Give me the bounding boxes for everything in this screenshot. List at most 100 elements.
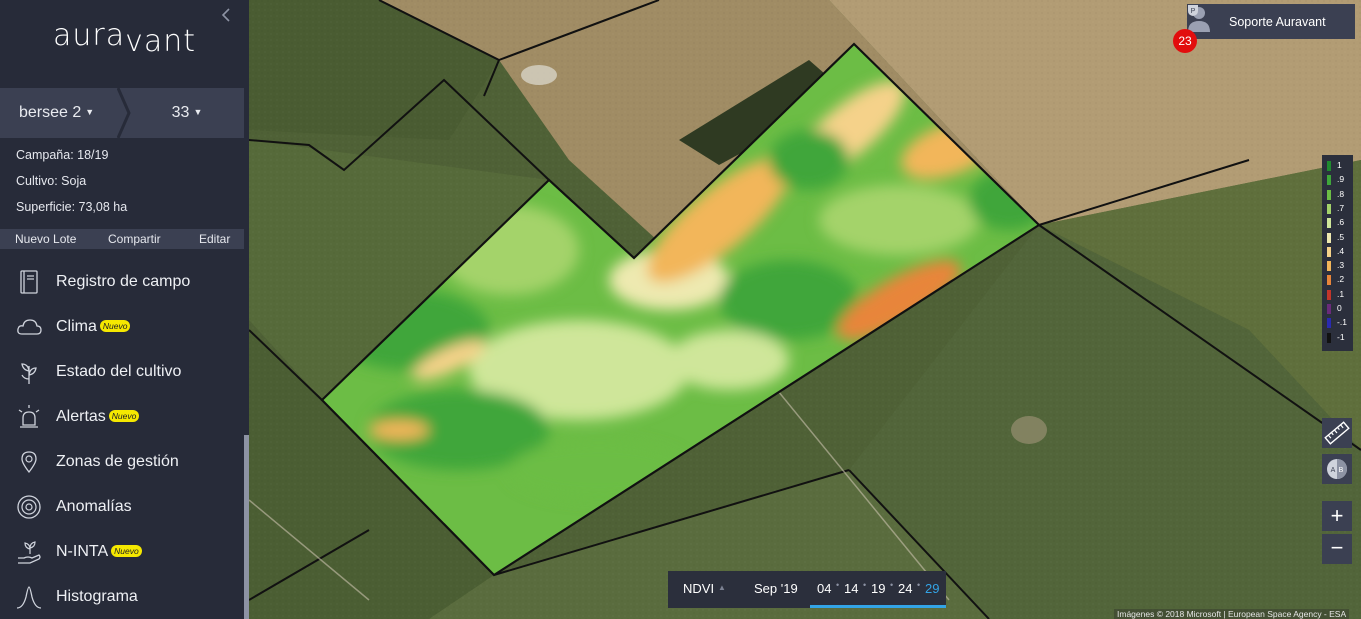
hand-sprout-icon: [18, 541, 41, 564]
legend-swatch: [1327, 189, 1331, 200]
menu-item-histograma[interactable]: Histograma: [0, 577, 244, 617]
menu-item-registro[interactable]: Registro de campo: [0, 262, 244, 302]
ndvi-legend: 1 .9 .8 .7 .6 .5 .4 .3 .2 .1 0 -.1 -1: [1322, 155, 1353, 351]
ruler-icon: [1324, 421, 1350, 445]
month-selector[interactable]: Sep '19: [754, 581, 798, 596]
menu-label: Clima: [56, 318, 97, 335]
menu-item-zonas[interactable]: Zonas de gestión: [0, 442, 244, 482]
menu-label: N-INTA: [56, 543, 109, 560]
crop-info: Cultivo: Soja: [16, 174, 87, 188]
caret-down-icon: ▼: [85, 107, 95, 117]
logo-text-vant: vant: [125, 24, 197, 59]
pond-spot: [521, 65, 557, 85]
map-pin-icon: [21, 451, 37, 474]
menu-item-anomalias[interactable]: Anomalías: [0, 487, 244, 527]
dot-separator: •: [863, 580, 867, 590]
bell-curve-icon: [16, 586, 42, 609]
chevron-separator-icon: [117, 88, 131, 138]
caret-up-icon: ▲: [718, 583, 726, 592]
menu-label: Registro de campo: [56, 273, 191, 290]
compare-ab-button[interactable]: A B: [1322, 454, 1352, 484]
legend-label: -.1: [1337, 317, 1347, 328]
legend-swatch: [1327, 161, 1331, 171]
alarm-light-icon: [18, 405, 40, 428]
shield-badge-icon: P: [1188, 5, 1198, 16]
legend-row: 0: [1327, 302, 1351, 315]
caret-down-icon: ▼: [193, 107, 203, 117]
user-name: Soporte Auravant: [1229, 15, 1326, 29]
new-badge: Nuevo: [111, 545, 142, 557]
menu-label: Estado del cultivo: [56, 363, 182, 380]
date-option[interactable]: 14: [844, 581, 858, 596]
legend-label: .3: [1337, 260, 1345, 271]
map-imagery[interactable]: [249, 0, 1361, 619]
plant-icon: [21, 363, 37, 384]
legend-swatch: [1327, 203, 1331, 214]
legend-label: .7: [1337, 202, 1345, 213]
campaign-info: Campaña: 18/19: [16, 148, 109, 162]
legend-swatch: [1327, 304, 1331, 314]
legend-swatch: [1327, 318, 1331, 329]
legend-swatch: [1327, 332, 1331, 343]
index-selector[interactable]: NDVI: [683, 581, 714, 596]
app-logo: auravant: [0, 18, 249, 59]
date-option[interactable]: 04: [817, 581, 831, 596]
compare-ab-icon: A B: [1327, 459, 1347, 479]
legend-row: .1: [1327, 288, 1351, 301]
legend-row: -.1: [1327, 316, 1351, 329]
date-option[interactable]: 19: [871, 581, 885, 596]
svg-text:A: A: [1331, 467, 1336, 474]
menu-label: Zonas de gestión: [56, 453, 179, 470]
legend-row: 1: [1327, 159, 1351, 172]
legend-swatch: [1327, 289, 1331, 300]
ruler-button[interactable]: [1322, 418, 1352, 448]
zoom-out-button[interactable]: −: [1322, 534, 1352, 564]
zoom-in-button[interactable]: +: [1322, 501, 1352, 531]
legend-label: .9: [1337, 174, 1345, 185]
menu-label: Alertas: [56, 408, 106, 425]
legend-row: .2: [1327, 273, 1351, 286]
legend-row: .3: [1327, 259, 1351, 272]
menu-item-clima[interactable]: Clima Nuevo: [0, 307, 244, 347]
legend-row: .5: [1327, 231, 1351, 244]
legend-label: .6: [1337, 217, 1345, 228]
legend-row: .7: [1327, 202, 1351, 215]
date-option[interactable]: 24: [898, 581, 912, 596]
notification-badge[interactable]: 23: [1173, 29, 1197, 53]
legend-swatch: [1327, 175, 1331, 186]
legend-label: .8: [1337, 188, 1345, 199]
edit-button[interactable]: Editar: [199, 232, 230, 246]
field-dropdown[interactable]: bersee 2 ▼: [0, 88, 124, 138]
svg-text:B: B: [1339, 467, 1344, 474]
new-lot-button[interactable]: Nuevo Lote: [15, 232, 76, 246]
field-spot: [1011, 416, 1047, 444]
user-menu[interactable]: Soporte Auravant P: [1187, 4, 1355, 39]
satellite-map[interactable]: Soporte Auravant P 23 1 .9 .8 .7 .6 .5 .4 .3 .2.…: [249, 0, 1361, 619]
menu-item-estado-cultivo[interactable]: Estado del cultivo: [0, 352, 244, 392]
field-selector: bersee 2 ▼ 33 ▼: [0, 88, 244, 138]
radar-icon: [17, 495, 41, 519]
lot-actions: Nuevo Lote Compartir Editar: [0, 229, 244, 249]
legend-label: 0: [1337, 303, 1342, 313]
menu-item-n-inta[interactable]: N-INTA Nuevo: [0, 532, 244, 572]
dot-separator: •: [917, 580, 921, 590]
legend-label: .4: [1337, 245, 1345, 256]
area-info: Superficie: 73,08 ha: [16, 200, 128, 214]
sidebar: auravant bersee 2 ▼ 33 ▼ Campaña: 18/19 Cu…: [0, 0, 249, 619]
lot-number-dropdown[interactable]: 33 ▼: [130, 88, 244, 138]
menu-item-alertas[interactable]: Alertas Nuevo: [0, 397, 244, 437]
legend-swatch: [1327, 246, 1331, 257]
map-attribution: Imágenes © 2018 Microsoft | European Spa…: [1114, 609, 1350, 619]
legend-row: .6: [1327, 216, 1351, 229]
dot-separator: •: [836, 580, 840, 590]
share-button[interactable]: Compartir: [108, 232, 161, 246]
legend-row: .8: [1327, 188, 1351, 201]
legend-label: -1: [1337, 331, 1345, 342]
logo-text-aura: aura: [52, 18, 126, 53]
new-badge: Nuevo: [108, 410, 140, 422]
image-date-bar: NDVI ▲ Sep '19 04 • 14 • 19 • 24 • 29: [668, 571, 946, 608]
date-option-selected[interactable]: 29: [925, 581, 939, 596]
menu-label: Histograma: [56, 588, 138, 605]
legend-label: 1: [1337, 160, 1342, 170]
date-track: [810, 605, 946, 608]
